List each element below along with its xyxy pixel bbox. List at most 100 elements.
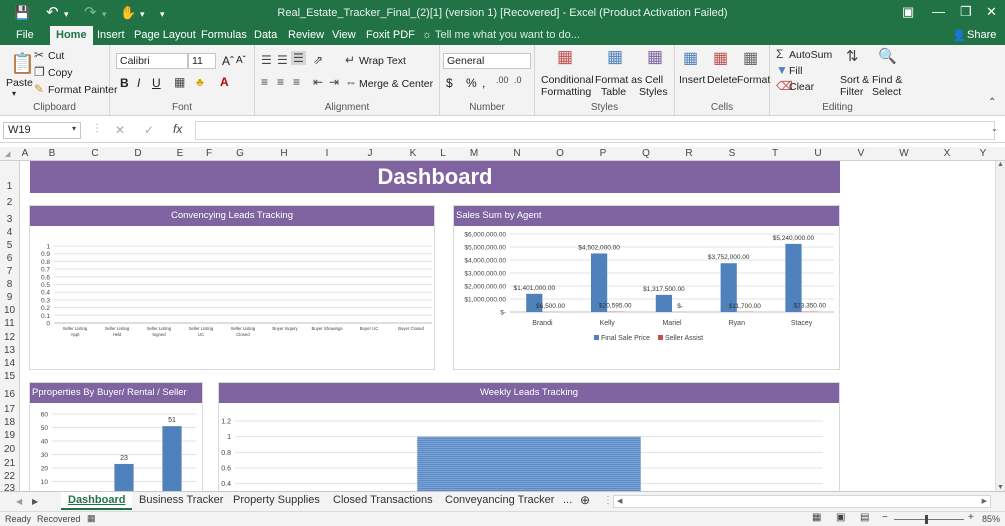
clear-button[interactable]: Clear — [789, 81, 814, 93]
tab-insert[interactable]: Insert — [97, 29, 125, 41]
page-layout-view-icon[interactable]: ▣ — [836, 512, 845, 523]
insert-cells-icon[interactable]: ▦ — [683, 48, 698, 68]
share-button[interactable]: Share — [967, 29, 996, 41]
zoom-level[interactable]: 85% — [982, 514, 1000, 524]
decrease-decimal-icon[interactable]: .0 — [514, 75, 522, 85]
row-header[interactable]: 12 — [0, 332, 19, 343]
scroll-down-icon[interactable]: ▼ — [997, 484, 1004, 491]
row-header[interactable]: 9 — [0, 292, 19, 303]
align-top-icon[interactable]: ☰ — [261, 53, 272, 67]
enter-icon[interactable]: ✓ — [144, 123, 154, 137]
merge-center-button[interactable]: Merge & Center — [359, 78, 433, 90]
chart-sales-by-agent[interactable]: Sales Sum by Agent $- $1,000,000.00 $2,000… — [453, 205, 840, 370]
row-header[interactable]: 17 — [0, 404, 19, 415]
maximize-icon[interactable]: ❐ — [960, 4, 972, 20]
column-header[interactable]: R — [668, 148, 710, 159]
increase-decimal-icon[interactable]: .00 — [496, 75, 509, 85]
tab-page-layout[interactable]: Page Layout — [134, 29, 196, 41]
row-header[interactable]: 19 — [0, 430, 19, 441]
row-header[interactable]: 2 — [0, 197, 19, 208]
collapse-ribbon-icon[interactable]: ⌃ — [988, 97, 996, 108]
format-as-table-button[interactable]: Format as — [595, 74, 642, 86]
column-header[interactable]: T — [754, 148, 796, 159]
row-header[interactable]: 18 — [0, 417, 19, 428]
chart-conveyancing-leads[interactable]: Convencying Leads Tracking 0 0.1 0.2 0.3 0.4… — [29, 205, 435, 370]
find-select-label[interactable]: Select — [872, 86, 901, 98]
ribbon-display-icon[interactable]: ▣ — [902, 4, 914, 20]
tab-view[interactable]: View — [332, 29, 356, 41]
tab-formulas[interactable]: Formulas — [201, 29, 247, 41]
more-sheets-button[interactable]: ... — [563, 494, 572, 506]
format-painter-icon[interactable]: ✎ — [34, 82, 44, 96]
share-icon[interactable]: 👤 — [952, 29, 966, 42]
align-middle-icon[interactable]: ☰ — [277, 53, 288, 67]
column-header[interactable]: F — [200, 148, 218, 159]
column-header[interactable]: C — [74, 148, 116, 159]
percent-button[interactable]: % — [466, 76, 477, 90]
row-header[interactable]: 3 — [0, 214, 19, 225]
cell-styles-button[interactable]: Cell — [645, 74, 663, 86]
row-header[interactable]: 8 — [0, 279, 19, 290]
minimize-icon[interactable]: — — [932, 4, 945, 19]
row-header[interactable]: 6 — [0, 253, 19, 264]
horizontal-scrollbar[interactable]: ◀ ▶ — [613, 495, 991, 508]
paste-dropdown-icon[interactable]: ▾ — [12, 89, 16, 98]
font-name-box[interactable]: Calibri — [116, 53, 188, 69]
row-header[interactable]: 22 — [0, 471, 19, 482]
increase-indent-icon[interactable]: ⇥ — [329, 75, 339, 89]
column-header[interactable]: K — [392, 148, 434, 159]
row-header[interactable]: 11 — [0, 318, 19, 329]
name-box[interactable]: W19 — [3, 122, 81, 139]
tab-data[interactable]: Data — [254, 29, 277, 41]
row-header[interactable]: 1 — [0, 181, 19, 192]
sheet-tab-dashboard[interactable]: Dashboard — [61, 492, 133, 510]
comma-button[interactable]: , — [482, 76, 485, 90]
sheet-tab-closed-transactions[interactable]: Closed Transactions — [333, 494, 433, 506]
find-select-button[interactable]: Find & — [872, 74, 902, 86]
sort-filter-label[interactable]: Filter — [840, 86, 863, 98]
zoom-slider-thumb[interactable] — [925, 515, 928, 524]
normal-view-icon[interactable]: ▦ — [812, 512, 821, 523]
accounting-format-button[interactable]: $ — [446, 76, 453, 90]
column-header[interactable]: W — [882, 148, 926, 159]
row-header[interactable]: 10 — [0, 305, 19, 316]
insert-cells-button[interactable]: Insert — [679, 74, 705, 86]
column-header[interactable]: B — [30, 148, 74, 159]
row-header[interactable]: 7 — [0, 266, 19, 277]
tab-file[interactable]: File — [16, 29, 34, 41]
formula-input[interactable] — [195, 121, 995, 140]
bold-button[interactable]: B — [120, 76, 129, 90]
decrease-font-icon[interactable]: Aˇ — [236, 55, 246, 66]
column-header[interactable]: U — [796, 148, 840, 159]
italic-button[interactable]: I — [137, 76, 140, 90]
column-header[interactable]: O — [538, 148, 582, 159]
page-break-view-icon[interactable]: ▤ — [860, 512, 869, 523]
align-bottom-icon[interactable]: ☰ — [291, 51, 306, 65]
tab-review[interactable]: Review — [288, 29, 324, 41]
borders-icon[interactable]: ▦ — [174, 75, 185, 89]
format-as-table-label[interactable]: Table — [601, 86, 626, 98]
fill-icon[interactable]: ▼ — [776, 63, 788, 77]
delete-cells-button[interactable]: Delete — [707, 74, 737, 86]
cut-icon[interactable]: ✂ — [34, 48, 44, 62]
decrease-indent-icon[interactable]: ⇤ — [313, 75, 323, 89]
delete-cells-icon[interactable]: ▦ — [713, 48, 728, 68]
sort-filter-button[interactable]: Sort & — [840, 74, 869, 86]
cell-styles-icon[interactable]: ▦ — [647, 47, 663, 67]
column-header[interactable]: Y — [968, 148, 998, 159]
row-header[interactable]: 21 — [0, 458, 19, 469]
column-header[interactable]: P — [582, 148, 624, 159]
font-size-box[interactable]: 11 — [188, 53, 216, 69]
column-header[interactable]: H — [262, 148, 306, 159]
column-header[interactable]: L — [434, 148, 452, 159]
chart-properties-by-type[interactable]: Pproperties By Buyer/ Rental / Seller 01… — [29, 382, 203, 491]
find-select-icon[interactable]: 🔍 — [878, 47, 897, 65]
autosum-icon[interactable]: Σ — [776, 47, 783, 61]
conditional-formatting-label[interactable]: Formatting — [541, 86, 591, 98]
sheet-tab-property-supplies[interactable]: Property Supplies — [233, 494, 320, 506]
copy-button[interactable]: Copy — [48, 67, 73, 79]
name-box-dropdown-icon[interactable]: ▾ — [72, 124, 76, 133]
format-as-table-icon[interactable]: ▦ — [607, 47, 623, 67]
sheet-tab-conveyancing-tracker[interactable]: Conveyancing Tracker — [445, 494, 554, 506]
column-header[interactable]: D — [116, 148, 160, 159]
